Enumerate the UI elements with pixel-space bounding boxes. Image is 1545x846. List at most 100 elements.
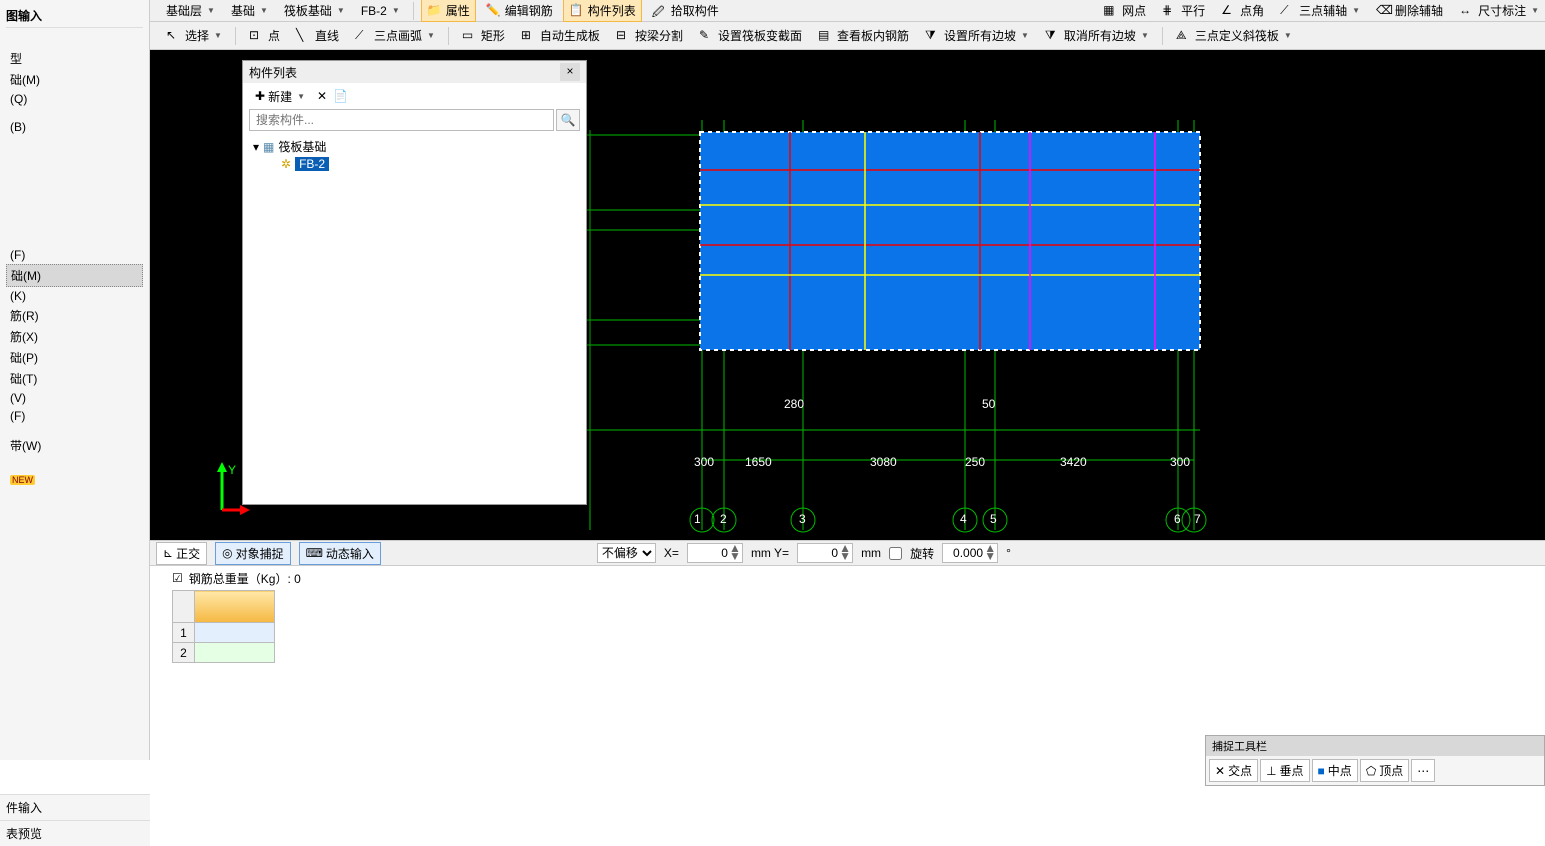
left-item[interactable]: 带(W) xyxy=(6,435,143,456)
snap-toolbar: 捕捉工具栏 ✕交点 ⊥垂点 ■中点 ⬠顶点 ⋯ xyxy=(1205,735,1545,786)
edit-rebar-button[interactable]: ✏️编辑钢筋 xyxy=(480,0,559,22)
left-item[interactable]: (F) xyxy=(6,407,143,425)
left-panel: 图输入 型 础(M) (Q) (B) (F) 础(M) (K) 筋(R) 筋(X… xyxy=(0,0,150,760)
point-icon: ⊡ xyxy=(249,28,265,44)
left-item[interactable]: 筋(R) xyxy=(6,305,143,326)
endpoint-button[interactable]: ∠点角 xyxy=(1215,0,1270,22)
snap-intersect[interactable]: ✕交点 xyxy=(1209,759,1258,782)
delete-button[interactable]: ✕ xyxy=(317,89,327,103)
split-beam-button[interactable]: ⊟按梁分割 xyxy=(610,24,689,47)
view-rebar-button[interactable]: ▤查看板内钢筋 xyxy=(812,24,915,47)
rotate-checkbox[interactable] xyxy=(889,547,902,560)
search-input[interactable] xyxy=(249,109,554,131)
snap-perp[interactable]: ⊥垂点 xyxy=(1260,759,1309,782)
plate-icon: ⊞ xyxy=(521,28,537,44)
search-icon: 🔍 xyxy=(561,113,576,127)
dyn-icon: ⌨ xyxy=(306,546,323,560)
axis-label: 1 xyxy=(694,512,701,526)
snap-more[interactable]: ⋯ xyxy=(1411,759,1435,782)
dynamic-input-toggle[interactable]: ⌨动态输入 xyxy=(299,542,381,565)
layer-dropdown[interactable]: 基础层▼ xyxy=(160,0,221,22)
left-bottom-input[interactable]: 件输入 xyxy=(0,794,150,820)
left-bottom: 件输入 表预览 xyxy=(0,794,150,846)
tree-node-leaf[interactable]: ✲ FB-2 xyxy=(281,156,576,172)
left-item-selected[interactable]: 础(M) xyxy=(6,264,143,287)
left-item[interactable]: 础(P) xyxy=(6,347,143,368)
select-button[interactable]: ↖选择▼ xyxy=(160,24,228,47)
component-list-button[interactable]: 📋构件列表 xyxy=(563,0,642,22)
three-point-raft-button[interactable]: ⟁三点定义斜筏板▼ xyxy=(1170,24,1298,47)
left-item-new[interactable]: NEW xyxy=(6,470,143,488)
line-icon: ╲ xyxy=(296,28,312,44)
info-row: ☑ 钢筋总重量（Kg）: 0 xyxy=(150,566,1545,590)
split-icon: ⊟ xyxy=(616,28,632,44)
ortho-toggle[interactable]: ⊾正交 xyxy=(156,542,207,565)
panel-title: 构件列表 xyxy=(249,64,297,81)
arc-icon: ⟋ xyxy=(355,28,371,44)
left-item[interactable]: 础(M) xyxy=(6,69,143,90)
search-button[interactable]: 🔍 xyxy=(556,109,580,131)
type-dropdown[interactable]: 筏板基础▼ xyxy=(278,0,351,22)
left-item[interactable]: (V) xyxy=(6,389,143,407)
point-button[interactable]: ⊡点 xyxy=(243,24,286,47)
chevron-down-icon: ▾ xyxy=(253,140,259,154)
grid-button[interactable]: ▦网点 xyxy=(1097,0,1152,22)
arc-button[interactable]: ⟋三点画弧▼ xyxy=(349,24,441,47)
axis-label: 6 xyxy=(1174,512,1181,526)
grid-cell[interactable] xyxy=(195,643,275,663)
item-dropdown[interactable]: FB-2▼ xyxy=(355,1,406,21)
grid-cell[interactable] xyxy=(195,623,275,643)
list-icon: 📋 xyxy=(569,3,585,19)
folder-icon: ▦ xyxy=(263,140,274,154)
left-item[interactable]: 筋(X) xyxy=(6,326,143,347)
raft-section-button[interactable]: ✎设置筏板变截面 xyxy=(693,24,808,47)
component-list-panel: 构件列表 × ✚新建▼ ✕ 📄 🔍 ▾ ▦ 筏板基础 ✲ F xyxy=(242,60,587,505)
new-button[interactable]: ✚新建▼ xyxy=(249,85,311,108)
line-button[interactable]: ╲直线 xyxy=(290,24,345,47)
left-item[interactable]: (K) xyxy=(6,287,143,305)
axis-label: 7 xyxy=(1194,512,1201,526)
parallel-button[interactable]: ⋕平行 xyxy=(1156,0,1211,22)
copy-button[interactable]: 📄 xyxy=(333,89,348,103)
panel-titlebar[interactable]: 构件列表 × xyxy=(243,61,586,83)
grid-rowhdr[interactable]: 2 xyxy=(173,643,195,663)
offset-select[interactable]: 不偏移 xyxy=(597,543,656,563)
grid-header-cell[interactable] xyxy=(195,591,275,623)
folder-icon: 📁 xyxy=(427,3,443,19)
delete-aux-button[interactable]: ⌫删除辅轴 xyxy=(1370,0,1449,22)
pick-button[interactable]: 🖉拾取构件 xyxy=(646,0,725,22)
left-item[interactable]: 础(T) xyxy=(6,368,143,389)
tree-node-root[interactable]: ▾ ▦ 筏板基础 xyxy=(253,137,576,156)
grid-rowhdr[interactable]: 1 xyxy=(173,623,195,643)
left-item[interactable]: (Q) xyxy=(6,90,143,108)
dim-label: 300 xyxy=(1170,455,1190,469)
slope-icon: ⧩ xyxy=(925,28,941,44)
ortho-icon: ⊾ xyxy=(163,546,173,560)
attributes-button[interactable]: 📁属性 xyxy=(421,0,476,22)
canvas-area: 280 50 300 1650 3080 250 3420 300 1 2 3 … xyxy=(150,50,1545,846)
auto-plate-button[interactable]: ⊞自动生成板 xyxy=(515,24,606,47)
snap-mid[interactable]: ■中点 xyxy=(1312,759,1358,782)
left-bottom-preview[interactable]: 表预览 xyxy=(0,820,150,846)
pick-icon: 🖉 xyxy=(652,3,668,19)
dimension-button[interactable]: ↔尺寸标注▼ xyxy=(1453,0,1545,22)
osnap-toggle[interactable]: ◎对象捕捉 xyxy=(215,542,291,565)
category-dropdown[interactable]: 基础▼ xyxy=(225,0,274,22)
left-item[interactable]: (F) xyxy=(6,246,143,264)
left-item[interactable]: (B) xyxy=(6,118,143,136)
cancel-slope-button[interactable]: ⧩取消所有边坡▼ xyxy=(1039,24,1155,47)
axis-label: 2 xyxy=(720,512,727,526)
status-bar: ⊾正交 ◎对象捕捉 ⌨动态输入 不偏移 X= ▲▼ mm Y= ▲▼ mm 旋转… xyxy=(150,540,1545,566)
axis-label: 3 xyxy=(799,512,806,526)
snap-apex[interactable]: ⬠顶点 xyxy=(1360,759,1409,782)
rebar-weight-label: 钢筋总重量（Kg）: 0 xyxy=(189,570,301,587)
rect-button[interactable]: ▭矩形 xyxy=(456,24,511,47)
svg-text:Y: Y xyxy=(228,463,236,477)
snap-title: 捕捉工具栏 xyxy=(1206,736,1544,756)
close-button[interactable]: × xyxy=(560,63,580,81)
drawing-canvas[interactable]: 280 50 300 1650 3080 250 3420 300 1 2 3 … xyxy=(150,50,1545,540)
rotate-label: 旋转 xyxy=(910,545,934,562)
three-point-aux-button[interactable]: ⟋三点辅轴▼ xyxy=(1274,0,1366,22)
set-slope-button[interactable]: ⧩设置所有边坡▼ xyxy=(919,24,1035,47)
dim-label: 1650 xyxy=(745,455,772,469)
